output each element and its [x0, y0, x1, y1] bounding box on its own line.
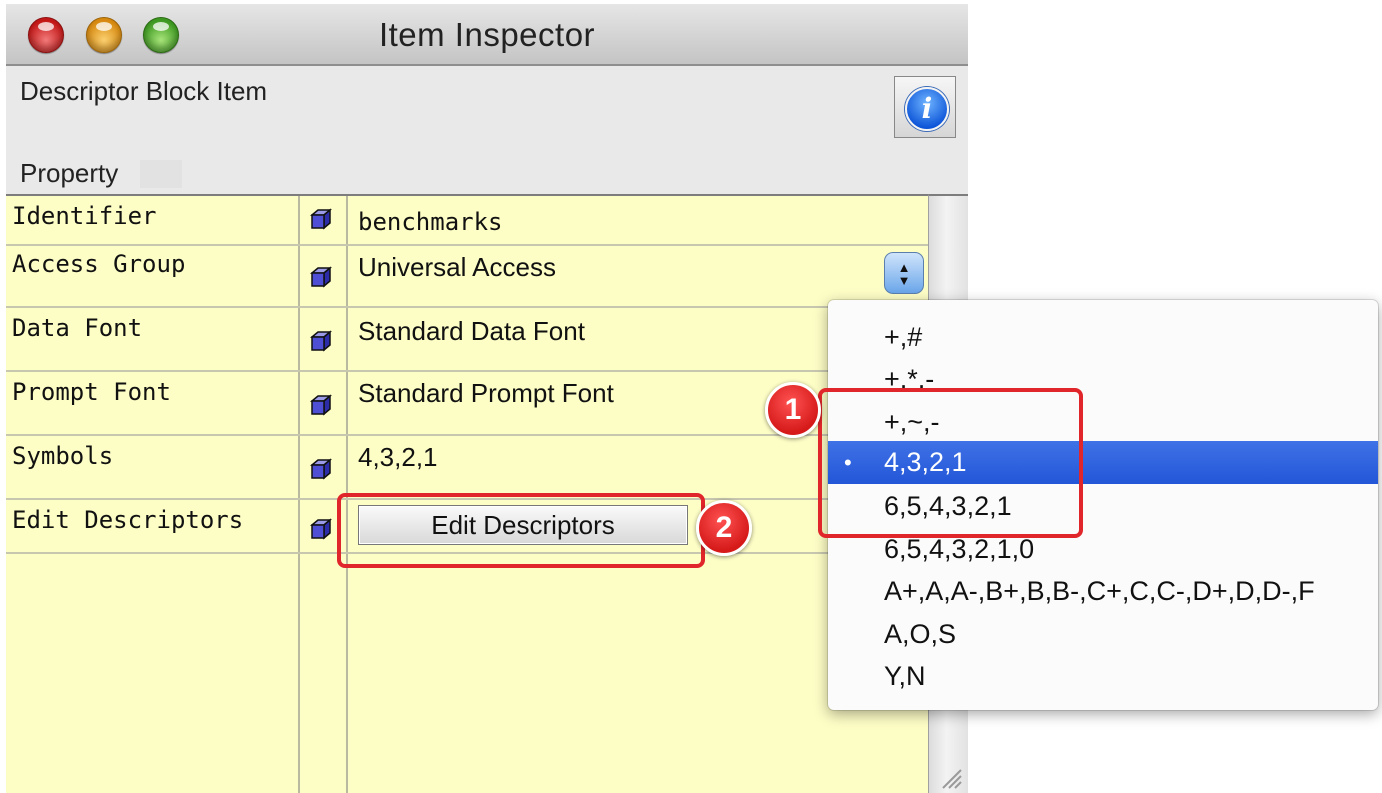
data-font-value[interactable]: Standard Data Font — [358, 316, 585, 347]
window-title: Item Inspector — [378, 16, 596, 53]
property-label-identifier: Identifier — [12, 202, 157, 230]
cube-icon — [310, 394, 332, 416]
menu-item[interactable]: +,# — [828, 316, 1378, 359]
cube-icon — [310, 266, 332, 288]
property-label-edit-descriptors: Edit Descriptors — [12, 506, 244, 534]
info-button[interactable]: i — [894, 76, 956, 138]
cube-icon — [310, 208, 332, 230]
symbols-value[interactable]: 4,3,2,1 — [358, 442, 438, 473]
property-label-data-font: Data Font — [12, 314, 143, 342]
property-label-access-group: Access Group — [12, 250, 186, 278]
row-divider — [6, 244, 928, 246]
menu-item[interactable]: A+,A,A-,B+,B,B-,C+,C,C-,D+,D,D-,F — [828, 570, 1378, 613]
row-divider — [6, 306, 928, 308]
access-group-value[interactable]: Universal Access — [358, 252, 556, 283]
identifier-value[interactable]: benchmarks — [358, 208, 503, 236]
callout-box-2 — [337, 493, 705, 568]
callout-box-1 — [818, 388, 1083, 538]
chevron-down-icon: ▼ — [897, 273, 911, 288]
block-title: Descriptor Block Item — [20, 76, 268, 106]
callout-badge-1: 1 — [765, 382, 821, 438]
menu-item[interactable]: A,O,S — [828, 613, 1378, 656]
access-group-popup-button[interactable]: ▲ ▼ — [884, 252, 924, 294]
cube-icon — [310, 330, 332, 352]
callout-badge-2: 2 — [696, 500, 752, 556]
property-column-header[interactable]: Property — [20, 158, 118, 189]
property-label-symbols: Symbols — [12, 442, 114, 470]
info-icon: i — [905, 87, 949, 131]
cube-icon — [310, 458, 332, 480]
title-bar[interactable]: Item Inspector — [6, 4, 968, 66]
cube-icon — [310, 518, 332, 540]
column-divider — [298, 196, 300, 793]
inspector-header: Descriptor Block Item i Property — [6, 66, 968, 194]
row-divider — [6, 370, 928, 372]
prompt-font-value[interactable]: Standard Prompt Font — [358, 378, 614, 409]
menu-item[interactable]: Y,N — [828, 655, 1378, 698]
property-label-prompt-font: Prompt Font — [12, 378, 171, 406]
resize-grip-icon[interactable] — [935, 764, 963, 790]
column-header-spacer — [140, 160, 182, 188]
